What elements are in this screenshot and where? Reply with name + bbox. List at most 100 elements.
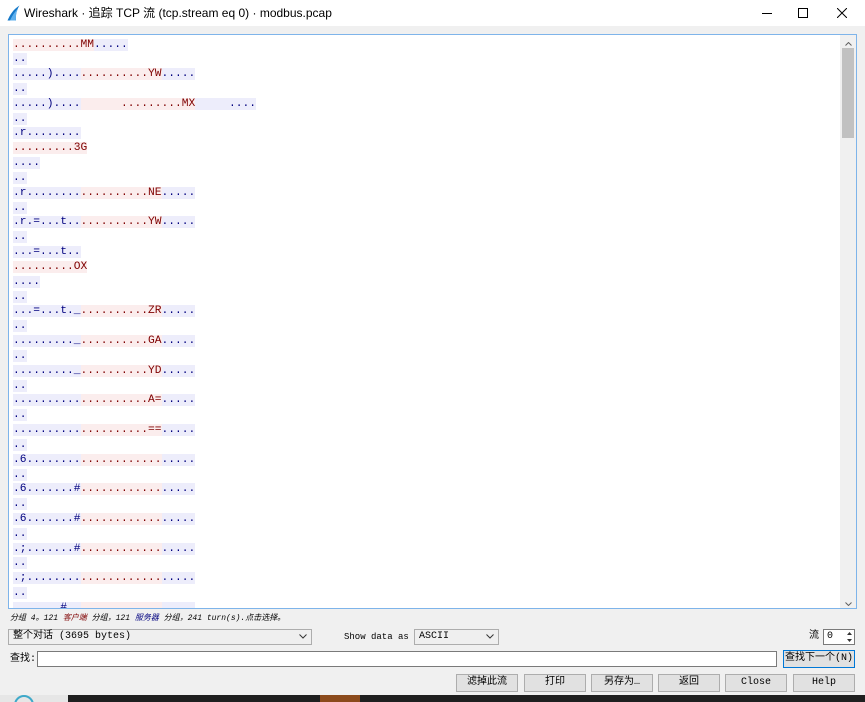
stream-segment-server[interactable]: ...=...t.. — [13, 246, 81, 259]
stream-segment-server[interactable]: ........._ — [13, 364, 81, 377]
find-next-button[interactable]: 查找下一个(N) — [783, 650, 855, 668]
scroll-up-button[interactable] — [840, 35, 856, 48]
help-button[interactable]: Help — [793, 674, 855, 692]
stream-segment-server[interactable]: ..... — [161, 364, 196, 377]
stream-segment-server[interactable]: .r........ — [13, 127, 81, 140]
print-button[interactable]: 打印 — [524, 674, 586, 692]
stream-segment-server[interactable]: ..... — [161, 394, 196, 407]
stream-segment-server[interactable]: ..... — [161, 513, 196, 525]
stream-segment-server[interactable]: .r.=...t.. — [13, 216, 81, 229]
scrollbar-thumb[interactable] — [842, 48, 854, 138]
stream-segment-server[interactable]: ..... — [161, 483, 196, 496]
stream-segment-client[interactable]: ............ — [80, 483, 162, 496]
scroll-down-button[interactable] — [840, 595, 856, 608]
stream-segment-server[interactable]: .......... — [13, 394, 81, 407]
stream-segment-server[interactable]: .. — [13, 171, 27, 184]
stream-segment-server[interactable]: ..... — [161, 186, 196, 199]
title-bar[interactable]: Wireshark · 追踪 TCP 流 (tcp.stream eq 0) ·… — [0, 0, 865, 26]
stream-segment-client[interactable]: ..........== — [80, 424, 162, 437]
stream-segment-server[interactable]: .. — [13, 82, 27, 95]
stream-segment-client[interactable]: ..........ZR — [80, 305, 162, 318]
spin-down-icon[interactable] — [844, 637, 854, 644]
stream-segment-server[interactable]: ...=...t._ — [13, 305, 81, 318]
stream-segment-server[interactable]: .. — [13, 587, 27, 600]
save-as-button[interactable]: 另存为… — [591, 674, 653, 692]
stream-segment-client[interactable]: ..........YW — [80, 68, 162, 81]
stream-segment-server[interactable]: .. — [13, 409, 27, 422]
back-button[interactable]: 返回 — [658, 674, 720, 692]
stream-segment-server[interactable]: .. — [13, 379, 27, 392]
stream-segment-client[interactable]: ..........MM — [13, 38, 95, 51]
stream-segment-server[interactable]: .. — [13, 498, 27, 511]
stream-segment-server[interactable]: .;........ — [13, 572, 81, 585]
stream-segment-server[interactable]: .. — [13, 290, 27, 303]
vertical-scrollbar[interactable] — [840, 35, 856, 608]
stream-segment-client[interactable]: ..........A= — [80, 394, 162, 407]
stream-segment-client[interactable]: ..........YD — [80, 364, 162, 377]
stream-segment-server[interactable]: .....).... — [13, 68, 81, 81]
taskbar-app-item[interactable] — [320, 695, 360, 702]
stream-segment-client[interactable]: ..........YW — [80, 216, 162, 229]
spin-up-icon[interactable] — [844, 630, 854, 637]
stream-segment-server[interactable]: ..... — [161, 216, 196, 229]
stream-segment-server[interactable]: .......#.. — [13, 601, 81, 608]
stream-segment-server[interactable]: .......... — [13, 424, 81, 437]
stream-segment-client[interactable]: ............ — [80, 542, 162, 555]
stream-segment-server[interactable]: ..... — [94, 38, 128, 51]
stream-segment-server[interactable]: .. — [13, 468, 27, 481]
stream-segment-server[interactable]: ..... — [161, 68, 196, 81]
stream-segment-server[interactable]: .. — [13, 231, 27, 244]
stream-segment-server[interactable]: .. — [13, 349, 27, 362]
stream-segment-server[interactable]: .6........ — [13, 453, 81, 466]
stream-segment-server[interactable]: ..... — [161, 335, 196, 348]
stream-number-spinbox[interactable]: 0 — [823, 629, 855, 645]
stream-segment-server[interactable]: .. — [13, 320, 27, 333]
stream-segment-client[interactable]: .........MX — [80, 97, 196, 110]
stream-segment-server[interactable]: .... — [13, 157, 41, 170]
stream-segment-server[interactable]: ..... — [161, 542, 196, 555]
stream-segment-client[interactable]: .........OX — [13, 260, 88, 273]
stream-segment-client[interactable]: ............ — [80, 513, 162, 525]
maximize-icon — [798, 8, 808, 18]
stream-line: .. — [13, 527, 839, 542]
stream-segment-server[interactable]: ........._ — [13, 335, 81, 348]
filter-out-stream-button[interactable]: 滤掉此流 — [456, 674, 518, 692]
stream-segment-client[interactable]: ............ — [80, 601, 162, 608]
stream-segment-server[interactable]: .. — [13, 112, 27, 125]
stream-segment-server[interactable]: .. — [13, 201, 27, 214]
stream-segment-server[interactable]: .r........ — [13, 186, 81, 199]
stream-segment-client[interactable]: ............ — [80, 572, 162, 585]
stream-line: .. — [13, 82, 839, 97]
show-data-as-select[interactable]: ASCII — [414, 629, 499, 645]
conversation-select[interactable]: 整个对话 (3695 bytes) — [8, 629, 312, 645]
stream-line: .. — [13, 201, 839, 216]
stream-content[interactable]: ..........MM....... .....)..............Y… — [13, 38, 839, 608]
find-input[interactable] — [37, 651, 777, 667]
stream-segment-client[interactable]: ..........NE — [80, 186, 162, 199]
stream-segment-server[interactable]: .. — [13, 557, 27, 570]
stream-segment-server[interactable]: ..... — [161, 453, 196, 466]
stream-line: .....).... .........MX .... — [13, 97, 839, 112]
stream-segment-server[interactable]: ..... — [161, 572, 196, 585]
stream-text-view[interactable]: ..........MM....... .....)..............Y… — [8, 34, 857, 609]
status-suffix: 分组，241 turn(s).点击选择。 — [158, 614, 286, 623]
close-button[interactable]: Close — [725, 674, 787, 692]
stream-segment-server[interactable]: .. — [13, 527, 27, 540]
stream-segment-server[interactable]: .6.......# — [13, 483, 81, 496]
stream-segment-server[interactable]: .;.......# — [13, 542, 81, 555]
stream-segment-client[interactable]: .........3G — [13, 142, 88, 155]
stream-segment-server[interactable]: .. — [13, 438, 27, 451]
stream-segment-client[interactable]: ............ — [80, 453, 162, 466]
stream-segment-server[interactable]: ..... — [161, 305, 196, 318]
stream-segment-server[interactable]: .... — [13, 275, 41, 288]
stream-segment-server[interactable]: .... — [195, 97, 257, 110]
stream-segment-client[interactable]: ..........GA — [80, 335, 162, 348]
close-window-button[interactable] — [819, 0, 865, 26]
status-server-label: 服务器 — [134, 614, 159, 623]
stream-segment-server[interactable]: ..... — [161, 601, 196, 608]
stream-segment-server[interactable]: .. — [13, 53, 27, 66]
stream-segment-server[interactable]: .6.......# — [13, 513, 81, 525]
stream-segment-server[interactable]: ..... — [161, 424, 196, 437]
stream-segment-server[interactable]: .....).... — [13, 97, 81, 110]
taskbar-start-area — [0, 695, 68, 702]
